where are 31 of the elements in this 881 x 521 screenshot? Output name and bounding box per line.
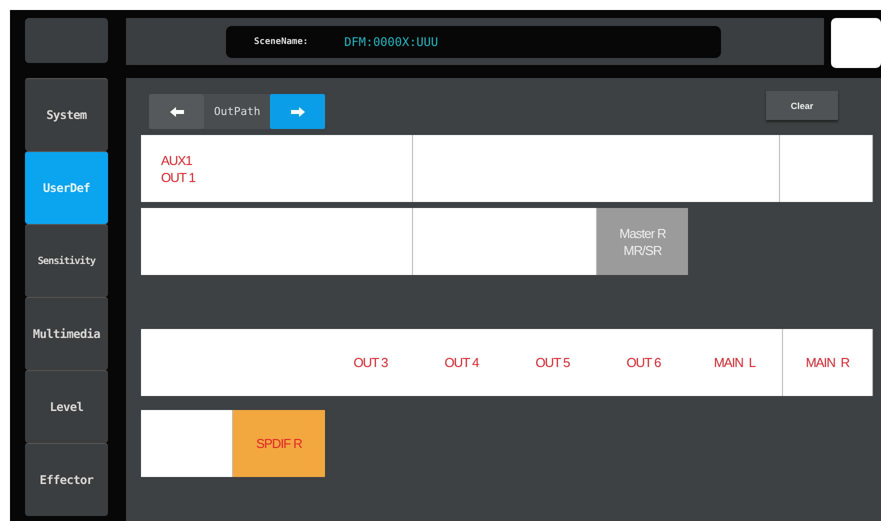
route-cell[interactable]: MAIN R xyxy=(783,329,873,396)
output-label: MAIN R xyxy=(806,354,850,371)
output-label: MAIN L xyxy=(712,355,756,370)
route-cell[interactable] xyxy=(780,135,873,202)
left-arrow-icon xyxy=(170,106,184,116)
output-label: Master R MR/SR xyxy=(619,224,666,258)
sidebar-tab[interactable]: Level xyxy=(25,370,108,443)
sidebar-tab[interactable]: Effector xyxy=(25,443,108,516)
route-cell[interactable] xyxy=(141,208,413,275)
output-label: OUT 4 xyxy=(443,355,480,370)
scene-name-label: SceneName: xyxy=(254,36,308,46)
right-arrow-icon xyxy=(290,106,305,116)
previous-button[interactable] xyxy=(149,94,204,129)
scene-name-value: DFM:0000X:UUU xyxy=(344,34,438,48)
route-cell[interactable]: OUT 3 OUT 4 OUT 5 OUT 6 MAIN L xyxy=(141,329,783,396)
route-cell[interactable]: AUX1 OUT 1 xyxy=(141,135,413,202)
path-label: OutPath xyxy=(204,94,270,129)
sidebar-tab[interactable]: System xyxy=(25,78,108,151)
output-label: OUT 3 xyxy=(352,355,389,370)
output-label: OUT 6 xyxy=(625,355,662,370)
sidebar-tab[interactable]: Sensitivity xyxy=(25,224,108,297)
output-label: OUT 5 xyxy=(534,355,571,370)
route-cell[interactable] xyxy=(413,208,597,275)
clear-button[interactable]: Clear xyxy=(766,91,838,120)
route-cell[interactable] xyxy=(413,135,780,202)
output-label: SPDIF R xyxy=(256,435,302,452)
route-cell[interactable] xyxy=(141,410,233,477)
output-label: AUX1 OUT 1 xyxy=(161,152,196,186)
next-button[interactable] xyxy=(270,94,326,129)
blank-button[interactable] xyxy=(831,18,881,68)
sidebar-tab[interactable]: Multimedia xyxy=(25,297,108,370)
